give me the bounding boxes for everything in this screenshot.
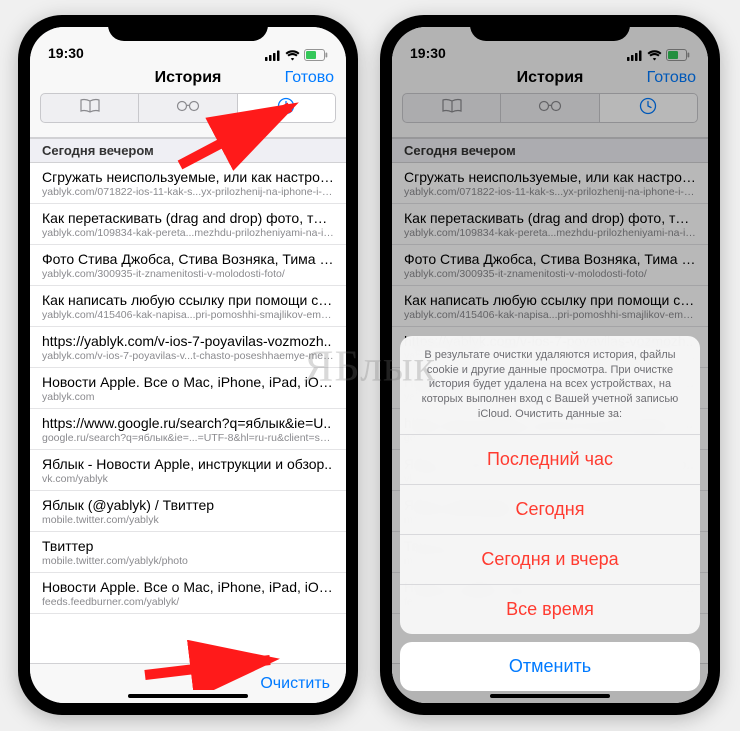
status-time: 19:30 bbox=[48, 45, 84, 61]
section-header: Сегодня вечером bbox=[30, 138, 346, 163]
wifi-icon bbox=[285, 50, 300, 61]
list-item[interactable]: https://www.google.ru/search?q=яблык&ie=… bbox=[30, 409, 346, 450]
segmented-control[interactable] bbox=[40, 93, 336, 123]
home-indicator[interactable] bbox=[490, 694, 610, 698]
actionsheet-option-last-hour[interactable]: Последний час bbox=[400, 435, 700, 485]
clear-button[interactable]: Очистить bbox=[260, 675, 330, 693]
list-item[interactable]: Яблык - Новости Apple, инструкции и обзо… bbox=[30, 450, 346, 491]
notch bbox=[108, 15, 268, 41]
list-item[interactable]: Фото Стива Джобса, Стива Возняка, Тима К… bbox=[30, 245, 346, 286]
book-icon bbox=[79, 98, 101, 119]
nav-bar: История Готово bbox=[30, 63, 346, 138]
list-item[interactable]: https://yablyk.com/v-ios-7-poyavilas-voz… bbox=[30, 327, 346, 368]
actionsheet-cancel[interactable]: Отменить bbox=[400, 642, 700, 691]
actionsheet-option-all-time[interactable]: Все время bbox=[400, 585, 700, 634]
battery-icon bbox=[304, 49, 328, 61]
list-item[interactable]: Новости Apple. Все о Mac, iPhone, iPad, … bbox=[30, 573, 346, 614]
list-item[interactable]: Сгружать неиспользуемые, или как настрои… bbox=[30, 163, 346, 204]
actionsheet-option-today-yesterday[interactable]: Сегодня и вчера bbox=[400, 535, 700, 585]
clock-icon bbox=[277, 97, 295, 120]
actionsheet-option-today[interactable]: Сегодня bbox=[400, 485, 700, 535]
done-button[interactable]: Готово bbox=[285, 69, 334, 87]
tab-bookmarks[interactable] bbox=[41, 94, 139, 122]
action-sheet: В результате очистки удаляются история, … bbox=[400, 336, 700, 691]
list-item[interactable]: Яблык (@yablyk) / Твиттерmobile.twitter.… bbox=[30, 491, 346, 532]
actionsheet-message: В результате очистки удаляются история, … bbox=[400, 336, 700, 435]
list-item[interactable]: Твиттерmobile.twitter.com/yablyk/photo bbox=[30, 532, 346, 573]
signal-icon bbox=[265, 50, 281, 61]
notch bbox=[470, 15, 630, 41]
phone-left: 19:30 История Готово bbox=[18, 15, 358, 715]
phone-right: 19:30 История Готово bbox=[380, 15, 720, 715]
tab-history[interactable] bbox=[238, 94, 335, 122]
history-list[interactable]: Сгружать неиспользуемые, или как настрои… bbox=[30, 163, 346, 663]
glasses-icon bbox=[175, 99, 201, 117]
home-indicator[interactable] bbox=[128, 694, 248, 698]
list-item[interactable]: Новости Apple. Все о Mac, iPhone, iPad, … bbox=[30, 368, 346, 409]
list-item[interactable]: Как перетаскивать (drag and drop) фото, … bbox=[30, 204, 346, 245]
tab-reading-list[interactable] bbox=[139, 94, 237, 122]
screen-right: 19:30 История Готово bbox=[392, 27, 708, 703]
list-item[interactable]: Как написать любую ссылку при помощи см.… bbox=[30, 286, 346, 327]
screen-left: 19:30 История Готово bbox=[30, 27, 346, 703]
